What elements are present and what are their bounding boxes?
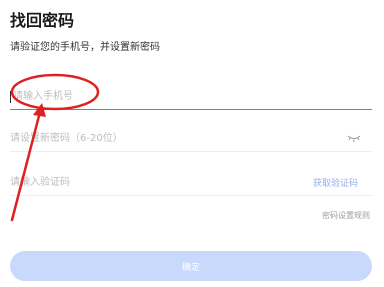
new-password-input[interactable] bbox=[10, 127, 346, 150]
page-subtitle: 请验证您的手机号，并设置新密码 bbox=[10, 42, 160, 53]
password-field[interactable] bbox=[10, 126, 372, 152]
reset-password-page: 找回密码 请验证您的手机号，并设置新密码 获取验证码 密码设置规则 确定 bbox=[0, 0, 384, 287]
verification-code-field[interactable]: 获取验证码 bbox=[10, 170, 372, 196]
password-rules-link[interactable]: 密码设置规则 bbox=[322, 210, 370, 221]
get-code-button[interactable]: 获取验证码 bbox=[313, 176, 358, 189]
phone-field[interactable] bbox=[10, 84, 372, 110]
verification-code-input[interactable] bbox=[10, 171, 313, 194]
confirm-button[interactable]: 确定 bbox=[10, 251, 372, 281]
phone-input[interactable] bbox=[13, 85, 372, 108]
eye-closed-icon[interactable] bbox=[346, 134, 362, 144]
page-title: 找回密码 bbox=[10, 11, 75, 30]
text-caret bbox=[10, 90, 11, 103]
